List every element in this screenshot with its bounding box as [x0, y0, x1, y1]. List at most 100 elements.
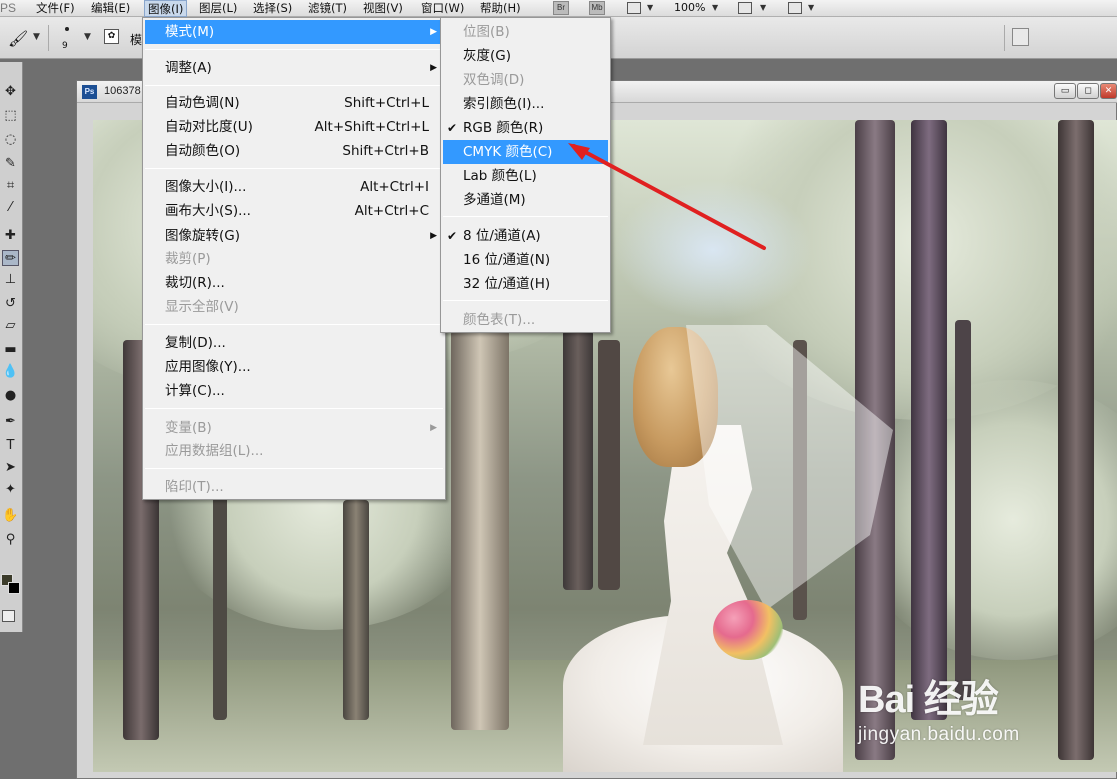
menu-item-trim[interactable]: 裁切(R)...	[145, 271, 443, 295]
move-tool-icon[interactable]: ✥	[2, 84, 19, 100]
chevron-down-icon[interactable]: ▼	[760, 3, 766, 12]
menu-help[interactable]: 帮助(H)	[480, 0, 521, 17]
menu-item-8-bit[interactable]: ✔ 8 位/通道(A)	[443, 224, 608, 248]
bridge-button[interactable]: Br	[553, 1, 569, 15]
dodge-icon[interactable]: ●	[2, 388, 19, 404]
tree-trunk	[955, 320, 971, 700]
chevron-down-icon[interactable]: ▼	[712, 3, 718, 12]
menu-item-auto-color[interactable]: 自动颜色(O) Shift+Ctrl+B	[145, 139, 443, 163]
menu-window[interactable]: 窗口(W)	[421, 0, 464, 17]
menu-item-auto-tone[interactable]: 自动色调(N) Shift+Ctrl+L	[145, 91, 443, 115]
airbrush-icon[interactable]	[1012, 28, 1029, 46]
menu-item-label: 计算(C)...	[165, 383, 225, 399]
menu-item-auto-contrast[interactable]: 自动对比度(U) Alt+Shift+Ctrl+L	[145, 115, 443, 139]
menu-file[interactable]: 文件(F)	[36, 0, 75, 17]
shape-tool-icon[interactable]: ✦	[2, 482, 19, 498]
path-select-icon[interactable]: ➤	[2, 460, 19, 476]
hand-tool-icon[interactable]: ✋	[2, 508, 19, 524]
menu-item-bitmap[interactable]: 位图(B)	[443, 20, 608, 44]
chevron-down-icon[interactable]: ▼	[808, 3, 814, 12]
submenu-arrow-icon: ▶	[430, 63, 437, 73]
menu-item-image-rotation[interactable]: 图像旋转(G) ▶	[145, 224, 443, 248]
menu-item-image-size[interactable]: 图像大小(I)... Alt+Ctrl+I	[145, 175, 443, 199]
gradient-icon[interactable]: ▬	[2, 342, 19, 358]
menu-view[interactable]: 视图(V)	[363, 0, 403, 17]
menu-separator	[145, 85, 443, 86]
crop-tool-icon[interactable]: ⌗	[2, 178, 19, 194]
extras-icon[interactable]	[627, 2, 641, 14]
menu-item-label: 自动颜色(O)	[165, 143, 241, 159]
menu-item-grayscale[interactable]: 灰度(G)	[443, 44, 608, 68]
menu-item-cmyk-color[interactable]: CMYK 颜色(C)	[443, 140, 608, 164]
menu-item-label: 多通道(M)	[463, 192, 526, 208]
maximize-icon[interactable]: ◻	[1077, 83, 1099, 99]
quick-mask-icon[interactable]	[2, 610, 15, 622]
menu-item-variables[interactable]: 变量(B) ▶	[145, 416, 443, 440]
menu-item-trap[interactable]: 陷印(T)...	[145, 475, 443, 499]
lasso-tool-icon[interactable]: ◌	[2, 132, 19, 148]
menu-item-label: 显示全部(V)	[165, 299, 239, 315]
menu-item-32-bit[interactable]: 32 位/通道(H)	[443, 272, 608, 296]
check-icon: ✔	[447, 121, 458, 135]
flower-bouquet	[713, 600, 783, 660]
chevron-down-icon[interactable]: ▼	[84, 32, 91, 42]
clone-stamp-icon[interactable]: ⊥	[2, 272, 19, 288]
type-tool-icon[interactable]: T	[2, 438, 19, 454]
menu-item-label: 裁切(R)...	[165, 275, 225, 291]
quick-select-icon[interactable]: ✎	[2, 156, 19, 172]
menu-item-label: 位图(B)	[463, 24, 510, 40]
menu-select[interactable]: 选择(S)	[253, 0, 292, 17]
menu-item-adjustments[interactable]: 调整(A) ▶	[145, 56, 443, 80]
brush-tool-icon[interactable]: ✏	[2, 250, 19, 266]
pen-tool-icon[interactable]: ✒	[2, 414, 19, 430]
eraser-icon[interactable]: ▱	[2, 318, 19, 334]
menu-image[interactable]: 图像(I)	[144, 0, 188, 17]
menu-separator	[443, 216, 608, 217]
mini-bridge-button[interactable]: Mb	[589, 1, 605, 15]
brush-panel-icon[interactable]: ✿	[104, 29, 119, 44]
watermark-url: jingyan.baidu.com	[858, 724, 1020, 745]
zoom-tool-icon[interactable]: ⚲	[2, 532, 19, 548]
menu-item-duplicate[interactable]: 复制(D)...	[145, 331, 443, 355]
zoom-level[interactable]: 100%	[674, 0, 705, 17]
chevron-down-icon[interactable]: ▼	[33, 32, 40, 42]
check-icon: ✔	[447, 229, 458, 243]
menu-layer[interactable]: 图层(L)	[199, 0, 237, 17]
chevron-down-icon[interactable]: ▼	[647, 3, 653, 12]
menu-item-lab-color[interactable]: Lab 颜色(L)	[443, 164, 608, 188]
blur-icon[interactable]: 💧	[2, 364, 19, 380]
menu-item-calculations[interactable]: 计算(C)...	[145, 379, 443, 403]
marquee-tool-icon[interactable]: ⬚	[2, 108, 19, 124]
menu-item-canvas-size[interactable]: 画布大小(S)... Alt+Ctrl+C	[145, 199, 443, 223]
submenu-arrow-icon: ▶	[430, 27, 437, 37]
divider	[48, 25, 49, 51]
brush-tool-icon[interactable]: 🖌	[8, 29, 28, 48]
brush-size[interactable]: 9	[62, 41, 68, 51]
minimize-icon[interactable]: ▭	[1054, 83, 1076, 99]
background-color-swatch[interactable]	[8, 582, 20, 594]
menu-item-apply-image[interactable]: 应用图像(Y)...	[145, 355, 443, 379]
menu-item-label: Lab 颜色(L)	[463, 168, 537, 184]
menu-item-label: 画布大小(S)...	[165, 203, 251, 219]
menu-item-color-table[interactable]: 颜色表(T)...	[443, 308, 608, 332]
menu-item-reveal-all[interactable]: 显示全部(V)	[145, 295, 443, 319]
menu-item-label: 索引颜色(I)...	[463, 96, 545, 112]
healing-brush-icon[interactable]: ✚	[2, 228, 19, 244]
menu-filter[interactable]: 滤镜(T)	[308, 0, 347, 17]
menu-item-crop[interactable]: 裁剪(P)	[145, 247, 443, 271]
arrange-documents-icon[interactable]	[738, 2, 752, 14]
menu-edit[interactable]: 编辑(E)	[91, 0, 130, 17]
menu-item-duotone[interactable]: 双色调(D)	[443, 68, 608, 92]
history-brush-icon[interactable]: ↺	[2, 296, 19, 312]
menu-item-multichannel[interactable]: 多通道(M)	[443, 188, 608, 212]
screen-mode-icon[interactable]	[788, 2, 802, 14]
menu-item-16-bit[interactable]: 16 位/通道(N)	[443, 248, 608, 272]
menu-item-apply-data-set[interactable]: 应用数据组(L)...	[145, 439, 443, 463]
menu-item-label: 颜色表(T)...	[463, 312, 536, 328]
menu-item-rgb-color[interactable]: ✔ RGB 颜色(R)	[443, 116, 608, 140]
menu-item-label: 图像旋转(G)	[165, 228, 240, 244]
eyedropper-icon[interactable]: ⁄	[2, 200, 19, 216]
menu-item-mode[interactable]: 模式(M) ▶	[145, 20, 443, 44]
menu-item-indexed-color[interactable]: 索引颜色(I)...	[443, 92, 608, 116]
close-icon[interactable]: ✕	[1100, 83, 1117, 99]
